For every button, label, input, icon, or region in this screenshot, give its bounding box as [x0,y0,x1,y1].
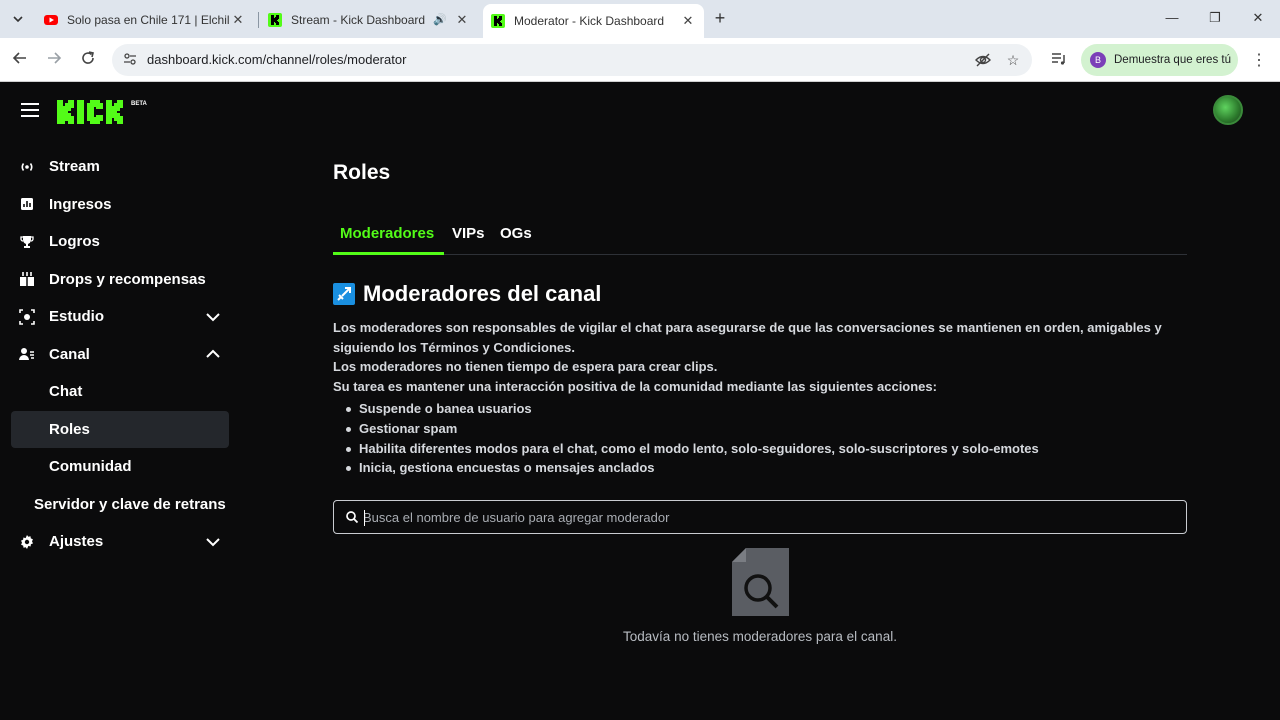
gift-icon [19,271,35,287]
media-playlist-icon[interactable] [1050,51,1068,69]
sidebar-item-label: Drops y recompensas [49,270,206,288]
channel-icon [19,346,35,362]
list-item: Habilita diferentes modos para el chat, … [346,439,1039,459]
section-header: Moderadores del canal [333,281,601,307]
search-icon [346,511,359,524]
browser-toolbar: dashboard.kick.com/channel/roles/moderat… [0,38,1280,82]
list-item: Gestionar spam [346,419,1039,439]
page-title: Roles [333,161,391,184]
empty-state-text: Todavía no tienes moderadores para el ca… [623,629,897,644]
url-text: dashboard.kick.com/channel/roles/moderat… [147,52,407,67]
speaker-icon[interactable]: 🔊 [432,13,448,26]
sidebar-item-label: Comunidad [49,458,132,476]
gear-icon [19,534,35,550]
chevron-down-icon[interactable] [204,533,222,551]
sidebar-item-servidor[interactable]: Servidor y clave de retrans [0,486,240,524]
sidebar-item-label: Servidor y clave de retrans [34,495,226,513]
browser-tab-youtube[interactable]: Solo pasa en Chile 171 | Elchilen ✕ [36,5,254,34]
description-line: Los moderadores son responsables de vigi… [333,320,1162,355]
profile-label: Demuestra que eres tú [1114,54,1231,66]
sidebar-item-comunidad[interactable]: Comunidad [0,448,240,486]
tab-ogs[interactable]: OGs [500,225,532,242]
sidebar-item-label: Chat [49,383,83,401]
sidebar-item-ingresos[interactable]: Ingresos [0,186,240,224]
tab-title: Stream - Kick Dashboard [291,12,426,27]
sidebar-item-label: Ajustes [49,533,104,551]
moderator-actions-list: Suspende o banea usuarios Gestionar spam… [346,399,1039,478]
back-arrow-icon[interactable] [10,50,30,70]
sidebar-item-chat[interactable]: Chat [0,373,240,411]
close-icon[interactable]: ✕ [454,12,470,28]
sidebar-item-label: Estudio [49,308,104,326]
tab-search-chevron-icon[interactable] [8,9,28,29]
youtube-icon [44,14,58,25]
sidebar: Stream Ingresos Logros Drops y recompens… [0,148,240,561]
kick-logo[interactable]: BETA [57,96,152,129]
forward-arrow-icon[interactable] [44,50,64,70]
sidebar-item-label: Logros [49,233,100,251]
trophy-icon [19,234,35,250]
close-icon[interactable]: ✕ [230,12,246,28]
sidebar-item-canal[interactable]: Canal [0,336,240,374]
text-caret [364,510,365,526]
reload-icon[interactable] [78,50,98,70]
list-item: Suspende o banea usuarios [346,399,1039,419]
sidebar-item-estudio[interactable]: Estudio [0,298,240,336]
moderator-search-input[interactable] [363,507,1163,527]
role-tabs: Moderadores VIPs OGs [333,215,1187,255]
sidebar-item-label: Roles [49,420,90,438]
profile-avatar: B [1090,52,1106,68]
browser-menu-icon[interactable]: ⋮ [1250,50,1268,70]
sidebar-item-roles[interactable]: Roles [11,410,229,448]
list-item: Inicia, gestiona encuestas o mensajes an… [346,458,1039,478]
revenue-icon [19,196,35,212]
active-tab-indicator [333,252,444,255]
moderator-search-field[interactable] [333,500,1187,534]
bookmark-star-icon[interactable]: ☆ [1004,51,1022,69]
address-bar[interactable]: dashboard.kick.com/channel/roles/moderat… [112,44,1032,76]
hamburger-menu-icon[interactable] [21,103,39,117]
tab-title: Moderator - Kick Dashboard [514,14,665,28]
description-line: Los moderadores no tienen tiempo de espe… [333,359,718,375]
section-title: Moderadores del canal [363,281,602,306]
tab-vips[interactable]: VIPs [452,225,485,242]
sidebar-item-label: Stream [49,158,100,176]
kick-icon [491,14,505,28]
profile-button[interactable]: B Demuestra que eres tú [1081,44,1238,76]
tab-moderadores[interactable]: Moderadores [340,225,434,242]
browser-tab-moderator[interactable]: Moderator - Kick Dashboard ✕ [483,4,704,38]
new-tab-plus-icon[interactable]: + [711,9,729,27]
sidebar-item-label: Ingresos [49,195,112,213]
tab-title: Solo pasa en Chile 171 | Elchilen [67,12,230,27]
sword-icon [333,283,355,305]
sidebar-item-ajustes[interactable]: Ajustes [0,523,240,561]
chevron-up-icon[interactable] [204,345,222,363]
sidebar-item-drops[interactable]: Drops y recompensas [0,261,240,299]
kick-dashboard: BETA Stream Ingresos Logros Drops y reco… [0,82,1280,720]
user-avatar[interactable] [1213,95,1243,125]
description-line: Su tarea es mantener una interacción pos… [333,378,937,394]
sidebar-item-label: Canal [49,345,90,363]
sidebar-item-stream[interactable]: Stream [0,148,240,186]
beta-badge: BETA [131,101,148,107]
minimize-icon[interactable]: — [1162,10,1182,25]
tab-divider [258,12,259,28]
chevron-down-icon[interactable] [204,308,222,326]
site-info-icon[interactable] [122,52,138,68]
close-icon[interactable]: ✕ [680,13,696,29]
document-search-icon [732,548,789,616]
eye-off-icon[interactable] [974,51,992,69]
browser-tab-stream[interactable]: Stream - Kick Dashboard 🔊 ✕ [260,5,478,34]
broadcast-icon [19,159,35,175]
kick-icon [268,12,282,27]
studio-icon [19,308,35,325]
moderators-description: Los moderadores son responsables de vigi… [333,318,1187,396]
restore-icon[interactable]: ❐ [1205,10,1225,26]
sidebar-item-logros[interactable]: Logros [0,223,240,261]
window-close-icon[interactable]: ✕ [1248,10,1268,26]
browser-tab-bar: Solo pasa en Chile 171 | Elchilen ✕ Stre… [0,0,1280,38]
